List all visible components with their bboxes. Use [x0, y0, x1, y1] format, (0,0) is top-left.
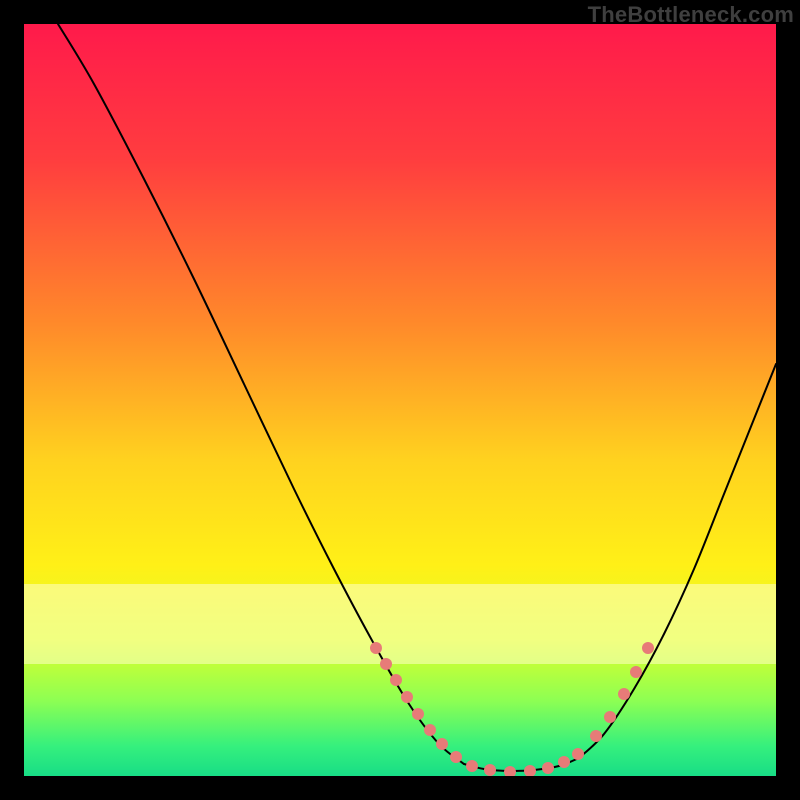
highlight-dot: [558, 756, 570, 768]
plot-area: [24, 24, 776, 776]
highlight-dot: [618, 688, 630, 700]
highlight-dot: [390, 674, 402, 686]
highlight-dot: [424, 724, 436, 736]
highlight-dot: [412, 708, 424, 720]
highlight-dot: [604, 711, 616, 723]
highlight-dot: [542, 762, 554, 774]
highlight-dot: [590, 730, 602, 742]
highlight-dot: [450, 751, 462, 763]
chart-stage: TheBottleneck.com: [0, 0, 800, 800]
highlight-dot: [436, 738, 448, 750]
highlight-dot: [642, 642, 654, 654]
highlight-dot: [380, 658, 392, 670]
pale-yellow-band: [24, 584, 776, 664]
highlight-dot: [401, 691, 413, 703]
watermark-text: TheBottleneck.com: [588, 2, 794, 28]
highlight-dot: [484, 764, 496, 776]
highlight-dot: [370, 642, 382, 654]
plot-svg: [24, 24, 776, 776]
highlight-dot: [630, 666, 642, 678]
highlight-dot: [466, 760, 478, 772]
highlight-dot: [572, 748, 584, 760]
